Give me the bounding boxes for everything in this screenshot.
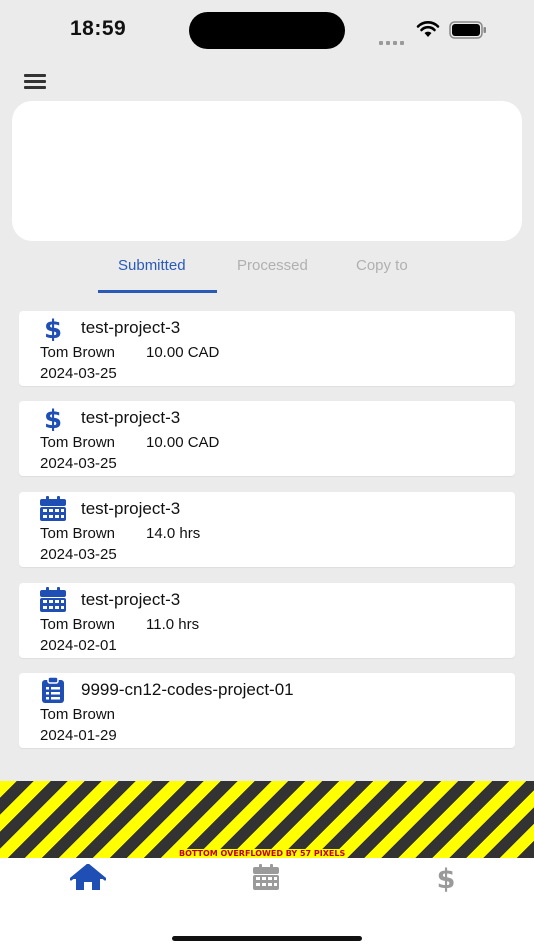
- record-title: test-project-3: [81, 408, 181, 427]
- status-time: 18:59: [70, 17, 127, 40]
- wifi-icon: [416, 21, 440, 37]
- dollar-icon: $: [44, 315, 62, 341]
- record-date: 2024-03-25: [40, 365, 117, 382]
- record-date: 2024-03-25: [40, 546, 117, 563]
- list-item[interactable]: test-project-3 Tom Brown 14.0 hrs 2024-0…: [19, 492, 515, 567]
- header-card: [12, 101, 522, 241]
- tab-processed[interactable]: Processed: [237, 257, 308, 274]
- status-bar: 18:59: [0, 0, 534, 60]
- record-title: 9999-cn12-codes-project-01: [81, 680, 294, 699]
- record-amount: 10.00 CAD: [146, 344, 220, 361]
- record-person: Tom Brown: [40, 434, 116, 451]
- record-person: Tom Brown: [40, 525, 116, 542]
- svg-text:$: $: [44, 405, 62, 431]
- list-item[interactable]: $ test-project-3 Tom Brown 10.00 CAD 202…: [19, 401, 515, 476]
- record-title: test-project-3: [81, 318, 181, 337]
- svg-text:$: $: [437, 864, 456, 892]
- record-amount: 14.0 hrs: [146, 525, 201, 542]
- list-item[interactable]: 9999-cn12-codes-project-01 Tom Brown 202…: [19, 673, 515, 748]
- dollar-icon: $: [437, 864, 456, 895]
- record-person: Tom Brown: [40, 344, 116, 361]
- tab-copy-to[interactable]: Copy to: [356, 257, 408, 274]
- record-date: 2024-01-29: [40, 727, 117, 744]
- overflow-warning-text: BOTTOM OVERFLOWED BY 57 PIXELS: [177, 849, 348, 858]
- battery-icon: [449, 21, 486, 39]
- record-date: 2024-02-01: [40, 637, 117, 654]
- record-amount: 11.0 hrs: [146, 616, 200, 633]
- overflow-warning-stripe: [0, 781, 534, 858]
- record-person: Tom Brown: [40, 706, 116, 723]
- home-indicator: [172, 936, 362, 941]
- calendar-icon: [40, 587, 66, 612]
- record-person: Tom Brown: [40, 616, 116, 633]
- list-item[interactable]: $ test-project-3 Tom Brown 10.00 CAD 202…: [19, 311, 515, 386]
- cellular-signal-icon: [379, 32, 407, 50]
- menu-button[interactable]: [22, 70, 50, 92]
- record-title: test-project-3: [81, 590, 181, 609]
- record-title: test-project-3: [81, 499, 181, 518]
- home-icon: [69, 863, 107, 890]
- nav-expenses[interactable]: $: [432, 864, 472, 895]
- dollar-icon: $: [44, 405, 62, 431]
- record-amount: 10.00 CAD: [146, 434, 220, 451]
- tab-active-indicator: [98, 290, 217, 293]
- tab-submitted[interactable]: Submitted: [118, 257, 186, 274]
- svg-text:$: $: [44, 315, 62, 341]
- nav-calendar[interactable]: [252, 864, 292, 894]
- calendar-icon: [40, 496, 66, 521]
- nav-home[interactable]: [69, 863, 110, 894]
- calendar-icon: [253, 864, 279, 890]
- dynamic-island: [189, 12, 345, 49]
- record-date: 2024-03-25: [40, 455, 117, 472]
- list-item[interactable]: test-project-3 Tom Brown 11.0 hrs 2024-0…: [19, 583, 515, 658]
- clipboard-icon: [42, 677, 64, 703]
